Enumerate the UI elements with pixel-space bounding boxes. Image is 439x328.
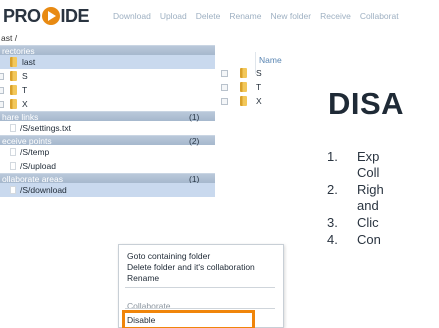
step-text: Con [357,232,381,247]
folder-icon [10,99,17,109]
directory-label: S [22,71,28,81]
disable-highlight-box [122,310,255,328]
collaborate-button[interactable]: Collaborat [360,11,399,21]
step-text: Clic [357,215,379,230]
receive-point-item[interactable]: /S/temp [0,145,215,159]
directory-item-x[interactable]: X [0,97,215,111]
logo-text-left: PRO [3,5,41,26]
step-number: 4. [327,232,338,247]
step-text: and [357,198,379,213]
rename-button[interactable]: Rename [229,11,261,21]
receive-point-item[interactable]: /S/upload [0,159,215,173]
file-icon [10,124,16,132]
listing-label: S [256,68,262,78]
listing-row-t[interactable]: T [221,80,261,94]
file-icon [10,186,16,194]
step-number: 1. [327,149,338,164]
top-toolbar: PRO IDE Download Upload Delete Rename Ne… [0,0,439,30]
step-text: Coll [357,165,380,180]
directory-label: T [22,85,28,95]
breadcrumb[interactable]: ast / [1,33,17,43]
file-icon [10,148,16,156]
listing-label: X [256,96,262,106]
directories-header[interactable]: rectories [0,45,215,56]
checkbox[interactable] [221,70,228,77]
folder-icon [240,96,247,106]
file-icon [10,162,16,170]
directory-item-s[interactable]: S [0,69,215,83]
menu-divider [125,287,275,288]
checkbox[interactable] [0,101,4,108]
listing-row-x[interactable]: X [221,94,262,108]
folder-icon [10,71,17,81]
menu-divider [125,308,275,309]
logo-text-right: IDE [60,5,90,26]
step-text: Exp [357,149,380,164]
directory-label: X [22,99,28,109]
directory-item-last[interactable]: last [0,55,215,69]
directory-label: last [22,57,36,67]
share-link-label: /S/settings.txt [20,123,72,133]
instructions-heading: DISA [328,86,405,121]
new-folder-button[interactable]: New folder [270,11,311,21]
toolbar-menu: Download Upload Delete Rename New folder… [113,11,408,21]
collaborate-area-item[interactable]: /S/download [0,183,215,197]
share-links-header[interactable]: hare links (1) [0,111,215,122]
folder-icon [10,85,17,95]
step-number: 2. [327,182,338,197]
listing-row-s[interactable]: S [221,66,262,80]
checkbox[interactable] [221,98,228,105]
folder-icon [10,57,17,67]
share-link-item[interactable]: /S/settings.txt [0,121,215,135]
menu-item-delete-folder[interactable]: Delete folder and it's collaboration [127,262,255,272]
delete-button[interactable]: Delete [196,11,221,21]
step-number: 3. [327,215,338,230]
menu-item-goto-folder[interactable]: Goto containing folder [127,251,210,261]
checkbox[interactable] [0,87,4,94]
listing-label: T [256,82,262,92]
collaborate-area-label: /S/download [20,185,67,195]
menu-item-rename[interactable]: Rename [127,273,159,283]
download-button[interactable]: Download [113,11,151,21]
receive-point-label: /S/temp [20,147,50,157]
left-panel: rectories last S T X hare links (1) /S/s… [0,45,215,197]
upload-button[interactable]: Upload [160,11,187,21]
receive-point-label: /S/upload [20,161,56,171]
folder-icon [240,82,247,92]
checkbox[interactable] [221,84,228,91]
directory-item-t[interactable]: T [0,83,215,97]
step-text: Righ [357,182,384,197]
name-column-header[interactable]: Name [259,55,282,65]
app-logo: PRO IDE [3,5,90,26]
checkbox[interactable] [0,73,4,80]
receive-button[interactable]: Receive [320,11,351,21]
play-logo-icon [41,7,60,25]
folder-icon [240,68,247,78]
receive-points-header[interactable]: eceive points (2) [0,135,215,146]
collaborate-areas-header[interactable]: ollaborate areas (1) [0,173,215,184]
